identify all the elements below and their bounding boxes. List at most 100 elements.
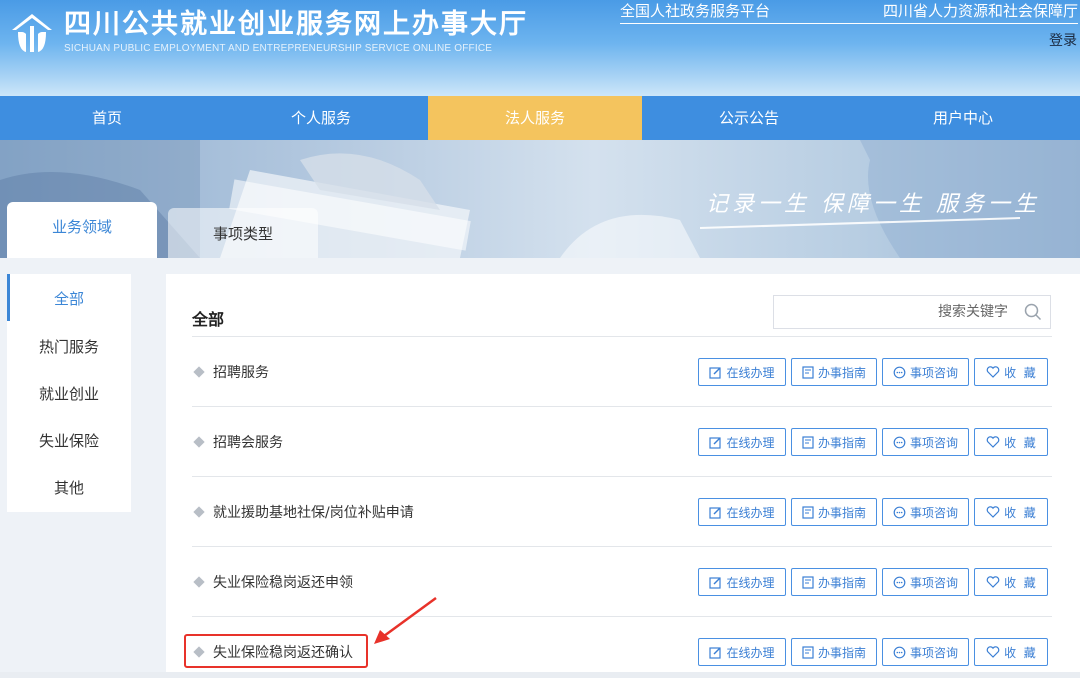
- service-name[interactable]: 失业保险稳岗返还申领: [213, 572, 353, 592]
- site-header: 四川公共就业创业服务网上办事大厅 SICHUAN PUBLIC EMPLOYME…: [0, 0, 1080, 96]
- button-label: 办事指南: [817, 365, 866, 380]
- sidebar-item-unemployment-insurance[interactable]: 失业保险: [7, 418, 131, 465]
- list-item: 失业保险稳岗返还申领 在线办理 办事指南 事项咨询 收 藏: [192, 547, 1052, 617]
- document-icon: [802, 365, 814, 379]
- chat-icon: [893, 646, 906, 658]
- button-label: 在线办理: [726, 645, 775, 660]
- heart-icon: [986, 436, 1000, 448]
- favorite-button[interactable]: 收 藏: [974, 638, 1048, 666]
- service-list-panel: 全部 招聘服务 在线办理 办事指南 事项咨询 收: [166, 274, 1080, 678]
- chat-icon: [893, 436, 906, 448]
- button-label: 在线办理: [726, 435, 775, 450]
- button-label: 事项咨询: [909, 435, 958, 450]
- online-handle-button[interactable]: 在线办理: [698, 498, 786, 526]
- consult-button[interactable]: 事项咨询: [882, 498, 969, 526]
- search-input[interactable]: [774, 296, 1014, 328]
- search-icon[interactable]: [1024, 303, 1042, 321]
- document-icon: [802, 645, 814, 659]
- edit-icon: [709, 646, 722, 659]
- site-title: 四川公共就业创业服务网上办事大厅: [64, 9, 528, 40]
- button-label: 办事指南: [817, 645, 866, 660]
- service-name[interactable]: 招聘服务: [213, 362, 269, 382]
- online-handle-button[interactable]: 在线办理: [698, 568, 786, 596]
- favorite-button[interactable]: 收 藏: [974, 428, 1048, 456]
- main-nav: 首页 个人服务 法人服务 公示公告 用户中心: [0, 96, 1080, 140]
- banner: 记录一生 保障一生 服务一生 业务领域 事项类型: [0, 140, 1080, 258]
- button-label: 在线办理: [726, 365, 775, 380]
- row-actions: 在线办理 办事指南 事项咨询 收 藏: [698, 358, 1053, 386]
- heart-icon: [986, 506, 1000, 518]
- online-handle-button[interactable]: 在线办理: [698, 358, 786, 386]
- document-icon: [802, 575, 814, 589]
- login-link[interactable]: 登录: [1049, 30, 1077, 50]
- guide-button[interactable]: 办事指南: [791, 498, 877, 526]
- banner-slogan: 记录一生 保障一生 服务一生: [706, 192, 1040, 217]
- logo-icon: [12, 14, 52, 52]
- nav-personal-services[interactable]: 个人服务: [214, 96, 428, 140]
- sidebar-item-hot-services[interactable]: 热门服务: [7, 324, 131, 371]
- service-name[interactable]: 招聘会服务: [213, 432, 283, 452]
- list-item: 招聘服务 在线办理 办事指南 事项咨询 收 藏: [192, 337, 1052, 407]
- button-label: 收 藏: [1004, 505, 1036, 520]
- guide-button[interactable]: 办事指南: [791, 428, 877, 456]
- chat-icon: [893, 366, 906, 378]
- site-subtitle: SICHUAN PUBLIC EMPLOYMENT AND ENTREPRENE…: [64, 43, 493, 54]
- tab-business-domain[interactable]: 业务领域: [7, 202, 157, 258]
- row-actions: 在线办理 办事指南 事项咨询 收 藏: [698, 498, 1053, 526]
- edit-icon: [709, 506, 722, 519]
- panel-title: 全部: [192, 310, 225, 329]
- nav-corporate-services[interactable]: 法人服务: [428, 96, 642, 140]
- online-handle-button[interactable]: 在线办理: [698, 428, 786, 456]
- button-label: 在线办理: [726, 505, 775, 520]
- nav-home[interactable]: 首页: [0, 96, 214, 140]
- page-bottom-edge: [0, 672, 1080, 678]
- guide-button[interactable]: 办事指南: [791, 638, 877, 666]
- button-label: 事项咨询: [909, 575, 958, 590]
- tab-item-type[interactable]: 事项类型: [168, 208, 318, 258]
- annotation-highlight-box: [184, 634, 368, 668]
- consult-button[interactable]: 事项咨询: [882, 428, 969, 456]
- guide-button[interactable]: 办事指南: [791, 568, 877, 596]
- online-handle-button[interactable]: 在线办理: [698, 638, 786, 666]
- row-actions: 在线办理 办事指南 事项咨询 收 藏: [698, 568, 1053, 596]
- button-label: 收 藏: [1004, 365, 1036, 380]
- button-label: 在线办理: [726, 575, 775, 590]
- guide-button[interactable]: 办事指南: [791, 358, 877, 386]
- bullet-icon: [193, 366, 205, 378]
- heart-icon: [986, 366, 1000, 378]
- button-label: 事项咨询: [909, 505, 958, 520]
- search-box: [773, 295, 1051, 329]
- nav-announcements[interactable]: 公示公告: [642, 96, 856, 140]
- document-icon: [802, 435, 814, 449]
- edit-icon: [709, 576, 722, 589]
- edit-icon: [709, 366, 722, 379]
- favorite-button[interactable]: 收 藏: [974, 498, 1048, 526]
- favorite-button[interactable]: 收 藏: [974, 358, 1048, 386]
- button-label: 办事指南: [817, 505, 866, 520]
- chat-icon: [893, 506, 906, 518]
- button-label: 收 藏: [1004, 435, 1036, 450]
- consult-button[interactable]: 事项咨询: [882, 358, 969, 386]
- consult-button[interactable]: 事项咨询: [882, 568, 969, 596]
- sidebar-item-other[interactable]: 其他: [7, 465, 131, 512]
- top-link-provincial-dept[interactable]: 四川省人力资源和社会保障厅: [883, 0, 1078, 21]
- service-name[interactable]: 就业援助基地社保/岗位补贴申请: [213, 502, 414, 522]
- list-item: 招聘会服务 在线办理 办事指南 事项咨询 收 藏: [192, 407, 1052, 477]
- top-link-national-platform[interactable]: 全国人社政务服务平台: [620, 0, 770, 21]
- button-label: 事项咨询: [909, 645, 958, 660]
- favorite-button[interactable]: 收 藏: [974, 568, 1048, 596]
- list-item: 就业援助基地社保/岗位补贴申请 在线办理 办事指南 事项咨询 收 藏: [192, 477, 1052, 547]
- nav-user-center[interactable]: 用户中心: [856, 96, 1070, 140]
- edit-icon: [709, 436, 722, 449]
- button-label: 收 藏: [1004, 645, 1036, 660]
- heart-icon: [986, 646, 1000, 658]
- button-label: 办事指南: [817, 435, 866, 450]
- button-label: 收 藏: [1004, 575, 1036, 590]
- row-actions: 在线办理 办事指南 事项咨询 收 藏: [698, 638, 1053, 666]
- consult-button[interactable]: 事项咨询: [882, 638, 969, 666]
- sidebar-item-all[interactable]: 全部: [7, 274, 131, 324]
- button-label: 事项咨询: [909, 365, 958, 380]
- button-label: 办事指南: [817, 575, 866, 590]
- top-links: 全国人社政务服务平台 四川省人力资源和社会保障厅: [620, 0, 1078, 24]
- sidebar-item-employment[interactable]: 就业创业: [7, 371, 131, 418]
